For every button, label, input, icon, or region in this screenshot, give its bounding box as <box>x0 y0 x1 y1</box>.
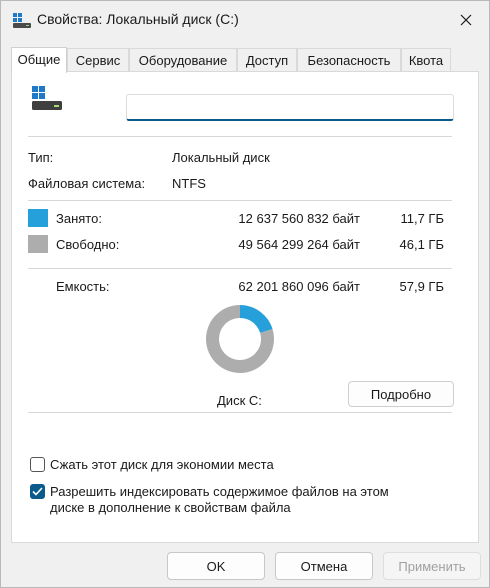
checkmark-icon <box>32 487 43 496</box>
apply-button[interactable]: Применить <box>383 552 481 580</box>
close-button[interactable] <box>443 1 489 39</box>
properties-dialog: Свойства: Локальный диск (C:) Общие Серв… <box>0 0 490 588</box>
used-space-size: 11,7 ГБ <box>400 211 444 226</box>
drive-icon <box>32 86 62 110</box>
separator <box>28 268 452 269</box>
capacity-bytes: 62 201 860 096 байт <box>238 279 360 294</box>
file-system-value: NTFS <box>172 176 206 191</box>
index-label-line2[interactable]: диске в дополнение к свойствам файла <box>50 500 291 515</box>
capacity-label: Емкость: <box>56 279 110 294</box>
disk-usage-donut-chart <box>206 305 274 373</box>
close-icon <box>460 14 472 26</box>
used-space-label: Занято: <box>56 211 102 226</box>
index-label-line1[interactable]: Разрешить индексировать содержимое файло… <box>50 484 389 499</box>
tab-sharing[interactable]: Доступ <box>237 48 297 71</box>
general-tab-panel: Тип: Локальный диск Файловая система: NT… <box>11 71 479 543</box>
used-space-bytes: 12 637 560 832 байт <box>238 211 360 226</box>
used-space-swatch <box>28 209 48 227</box>
type-value: Локальный диск <box>172 150 270 165</box>
disk-label: Диск C: <box>217 393 262 408</box>
tab-quota[interactable]: Квота <box>401 48 451 71</box>
type-label: Тип: <box>28 150 54 165</box>
capacity-size: 57,9 ГБ <box>399 279 444 294</box>
cancel-button[interactable]: Отмена <box>275 552 373 580</box>
free-space-label: Свободно: <box>56 237 120 252</box>
tab-hardware[interactable]: Оборудование <box>129 48 237 71</box>
separator <box>28 200 452 201</box>
separator <box>28 136 452 137</box>
separator <box>28 412 452 413</box>
tab-security[interactable]: Безопасность <box>297 48 401 71</box>
compress-label[interactable]: Сжать этот диск для экономии места <box>50 457 274 472</box>
tab-general[interactable]: Общие <box>11 47 67 73</box>
free-space-bytes: 49 564 299 264 байт <box>238 237 360 252</box>
ok-button[interactable]: OK <box>167 552 265 580</box>
used-space-slice <box>240 305 273 333</box>
free-space-swatch <box>28 235 48 253</box>
file-system-label: Файловая система: <box>28 176 146 191</box>
drive-name-input[interactable] <box>126 94 454 121</box>
free-space-size: 46,1 ГБ <box>399 237 444 252</box>
window-title: Свойства: Локальный диск (C:) <box>37 11 239 27</box>
details-button[interactable]: Подробно <box>348 381 454 407</box>
compress-checkbox[interactable] <box>30 457 45 472</box>
title-bar: Свойства: Локальный диск (C:) <box>1 1 489 39</box>
index-checkbox[interactable] <box>30 484 45 499</box>
drive-icon <box>13 13 31 28</box>
tab-service[interactable]: Сервис <box>67 48 129 71</box>
